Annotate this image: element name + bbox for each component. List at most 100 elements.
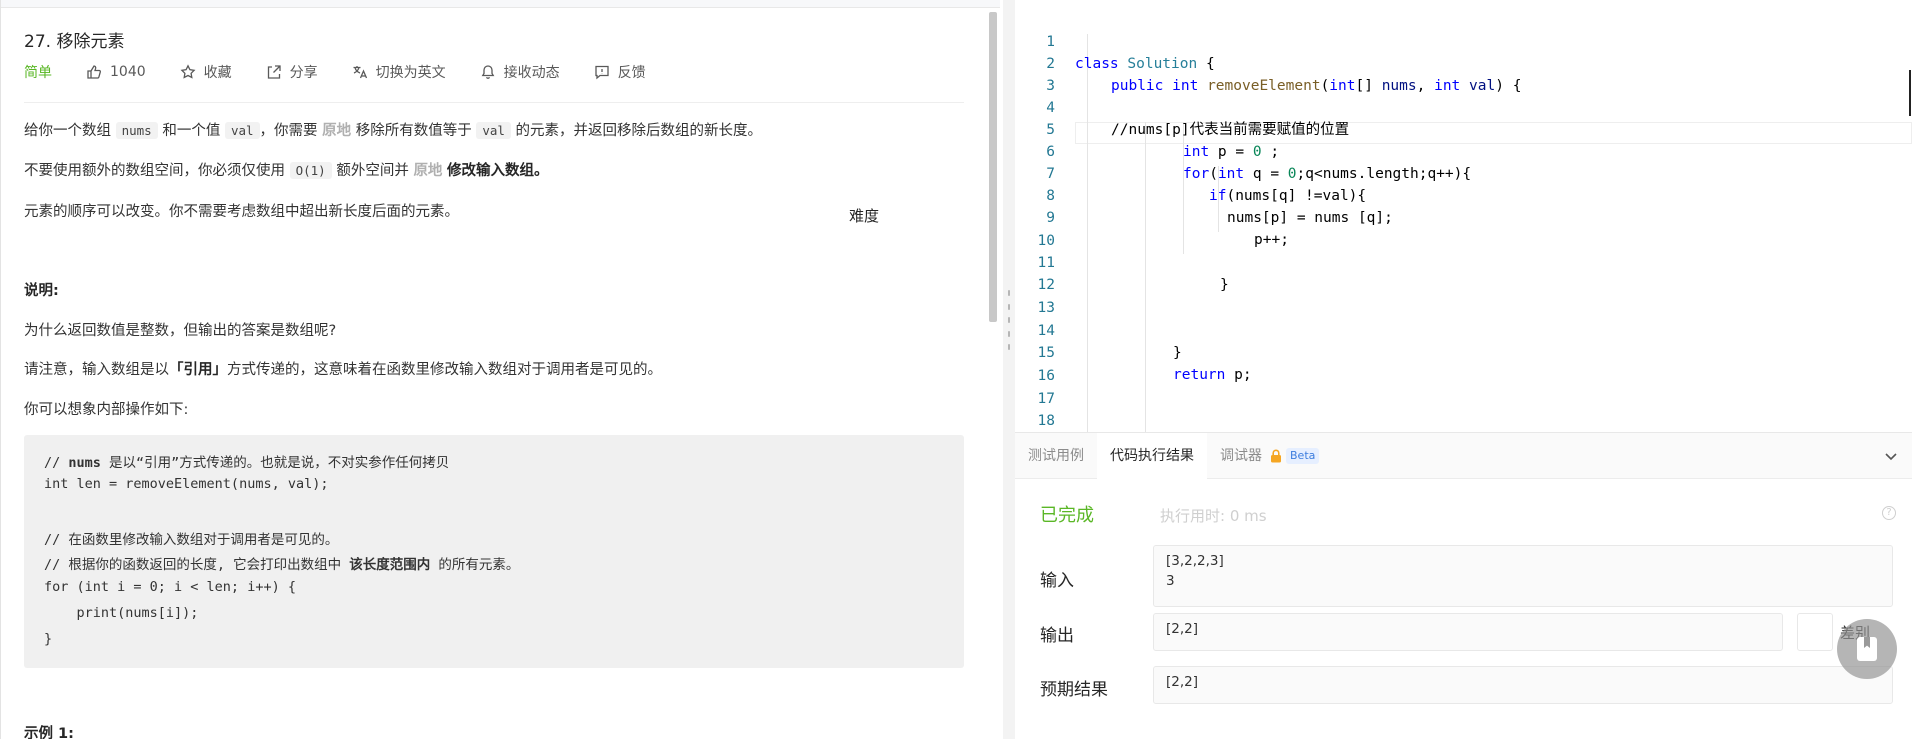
code-line-8: 8 nums[p] = nums [q];: [1015, 163, 1912, 226]
code-line-7: 7 if(nums[q] !=val){: [1015, 141, 1912, 204]
share-button[interactable]: 分享: [266, 62, 318, 82]
code-line: int len = removeElement(nums, val);: [44, 476, 329, 492]
code-line-11: 11 }: [1015, 230, 1912, 293]
code-line-17: 17: [1015, 366, 1912, 407]
share-icon: [267, 65, 281, 79]
help-icon[interactable]: ?: [1882, 506, 1896, 520]
output-value-box: [2,2]: [1153, 613, 1783, 651]
bold-text: 「引用」: [169, 362, 227, 378]
code-line-9: 9 p++;: [1015, 185, 1912, 248]
switch-language-button[interactable]: 切换为英文: [352, 62, 446, 82]
code-line-13: 13: [1015, 275, 1912, 316]
code-editor[interactable]: 1 class Solution { 2 public int removeEl…: [1015, 0, 1912, 432]
text: ，你需要: [259, 123, 318, 139]
output-label: 输出: [1040, 626, 1074, 646]
code-line: // 根据你的函数返回的长度, 它会打印出数组中 该长度范围内 的所有元素。: [44, 553, 519, 573]
problem-scrollbar[interactable]: [989, 12, 997, 322]
inline-code: val: [476, 122, 511, 139]
dot: [1008, 317, 1010, 323]
notes-floating-button[interactable]: [1837, 619, 1897, 679]
code-line: }: [44, 631, 53, 647]
code-line: print(nums[i]);: [44, 605, 199, 621]
note-paragraph-1: 为什么返回数值是整数，但输出的答案是数组呢?: [24, 323, 337, 339]
dot: [1008, 303, 1010, 310]
code-example-block: // nums 是以“引用”方式传递的。也就是说，不对实参作任何拷贝 int l…: [24, 435, 964, 668]
problem-panel: 27. 移除元素 难度 简单 1040 收藏 分享 切换为英文 接收动态 反馈 …: [0, 0, 1000, 739]
star-icon: [180, 64, 196, 79]
description-paragraph-2: 不要使用额外的数组空间，你必须仅使用 O(1) 额外空间并 原地 修改输入数组。: [24, 159, 549, 183]
like-count: 1040: [110, 64, 146, 80]
tab-test-cases[interactable]: 测试用例: [1015, 433, 1097, 479]
runtime-text: 执行用时: 0 ms: [1160, 507, 1267, 525]
drag-handle-icon: [1007, 290, 1011, 350]
translate-icon: [353, 66, 367, 79]
inplace-highlight: 原地: [413, 163, 443, 179]
diff-toggle[interactable]: [1797, 613, 1833, 651]
text: 额外空间并: [336, 163, 409, 179]
tab-run-result[interactable]: 代码执行结果: [1097, 432, 1207, 479]
problem-title: 27. 移除元素: [24, 32, 125, 52]
input-value-box: [3,2,2,3] 3: [1153, 545, 1893, 607]
beta-badge: Beta: [1286, 447, 1320, 464]
tab-debugger-label: 调试器: [1220, 447, 1262, 464]
divider: [24, 102, 964, 103]
dot: [1008, 330, 1010, 337]
code-line-6: 6 for(int q = 0;q<nums.length;q++){: [1015, 119, 1912, 182]
code-line-12: 12: [1015, 252, 1912, 293]
code-text: //: [44, 455, 69, 471]
favorite-button[interactable]: 收藏: [180, 62, 232, 82]
switch-language-label: 切换为英文: [375, 65, 446, 81]
panel-border: [0, 0, 1, 739]
note-paragraph-2: 请注意，输入数组是以「引用」方式传递的，这意味着在函数里修改输入数组对于调用者是…: [24, 358, 662, 382]
code-text: 的所有元素。: [430, 557, 520, 573]
text: 和一个值: [162, 123, 221, 139]
problem-panel-topbar: [0, 0, 1000, 8]
notify-button[interactable]: 接收动态: [480, 62, 560, 82]
chevron-down-icon[interactable]: [1882, 447, 1900, 465]
code-bold: nums: [68, 455, 101, 471]
inline-code: nums: [115, 122, 158, 139]
code-line-3: 3: [1015, 53, 1912, 94]
example-heading: 示例 1:: [24, 726, 74, 739]
console-tabs: 测试用例 代码执行结果 调试器 Beta: [1015, 432, 1912, 479]
code-line: // 在函数里修改输入数组对于调用者是可见的。: [44, 532, 339, 548]
code-line-15: 15 return p;: [1015, 320, 1912, 383]
code-line-16: 16: [1015, 343, 1912, 384]
notebook-icon: [1857, 637, 1877, 661]
tab-debugger[interactable]: 调试器 Beta: [1207, 433, 1332, 479]
feedback-label: 反馈: [617, 65, 646, 81]
text: 给你一个数组: [24, 123, 111, 139]
code-line-19: 19: [1015, 410, 1912, 432]
thumbs-up-icon: [87, 65, 101, 79]
feedback-button[interactable]: 反馈: [594, 62, 646, 82]
code-line: // nums 是以“引用”方式传递的。也就是说，不对实参作任何拷贝: [44, 451, 449, 471]
bell-icon: [481, 65, 494, 79]
code-line: for (int i = 0; i < len; i++) {: [44, 579, 296, 595]
run-status: 已完成: [1040, 505, 1094, 526]
dot: [1008, 344, 1010, 350]
expected-value-box: [2,2]: [1153, 666, 1893, 704]
expected-label: 预期结果: [1040, 680, 1108, 700]
share-label: 分享: [289, 65, 318, 81]
inplace-highlight: 原地: [322, 123, 352, 139]
lock-icon: [1271, 448, 1281, 462]
console-panel: 测试用例 代码执行结果 调试器 Beta 已完成 执行用时: 0 ms ? 输入…: [1015, 432, 1912, 739]
favorite-label: 收藏: [203, 65, 232, 81]
code-line-18: 18: [1015, 388, 1912, 429]
code-line-2: 2 public int removeElement(int[] nums, i…: [1015, 31, 1912, 94]
inline-code: O(1): [289, 162, 332, 179]
notify-label: 接收动态: [503, 65, 560, 81]
input-label: 输入: [1040, 571, 1074, 591]
text: 不要使用额外的数组空间，你必须仅使用: [24, 163, 285, 179]
note-paragraph-3: 你可以想象内部操作如下:: [24, 402, 189, 418]
result-area: 已完成 执行用时: 0 ms ? 输入 [3,2,2,3] 3 输出 [2,2]…: [1015, 479, 1912, 739]
like-button[interactable]: 1040: [86, 64, 146, 80]
description-paragraph-3: 元素的顺序可以改变。你不需要考虑数组中超出新长度后面的元素。: [24, 204, 459, 220]
panel-resize-handle[interactable]: [1003, 0, 1015, 739]
text: 请注意，输入数组是以: [24, 362, 169, 378]
text: 的元素，并返回移除后数组的新长度。: [515, 123, 763, 139]
code-line-4: 4 //nums[p]代表当前需要赋值的位置: [1015, 75, 1912, 138]
text: 方式传递的，这意味着在函数里修改输入数组对于调用者是可见的。: [227, 362, 662, 378]
description-paragraph-1: 给你一个数组 nums 和一个值 val ，你需要 原地 移除所有数值等于 val…: [24, 119, 762, 143]
bold-text: 修改输入数组: [447, 163, 535, 179]
